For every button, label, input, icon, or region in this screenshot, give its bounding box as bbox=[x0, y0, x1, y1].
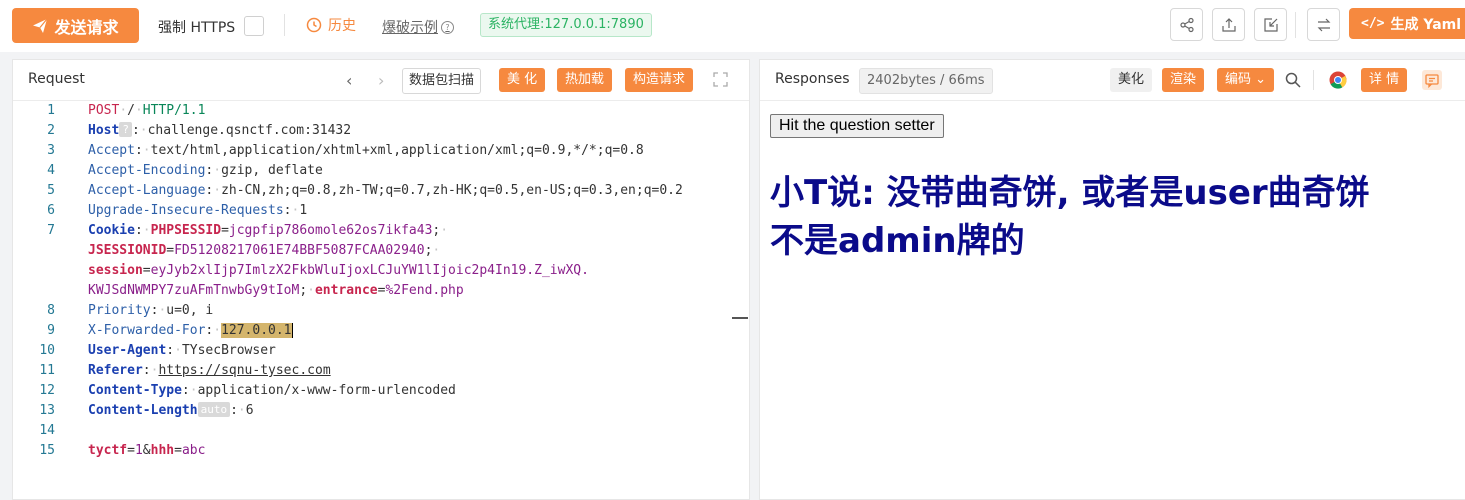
history-label: 历史 bbox=[328, 18, 356, 34]
header-accept: Accept:·text/html,application/xhtml+xml,… bbox=[88, 143, 644, 158]
header-priority: Priority:·u=0, i bbox=[88, 303, 214, 318]
hot-load-button[interactable]: 热加载 bbox=[557, 68, 613, 92]
divider bbox=[1313, 70, 1314, 90]
header-content-length: Content-Length auto:·6 bbox=[88, 402, 254, 418]
header-x-forwarded-for: X-Forwarded-For:·127.0.0.1 bbox=[88, 323, 293, 338]
top-toolbar: 发送请求 强制 HTTPS 历史 爆破示例 ? 系统代理:127.0.0.1:7… bbox=[0, 0, 1465, 52]
chrome-icon[interactable] bbox=[1329, 71, 1347, 89]
line-number: 9 bbox=[47, 323, 55, 338]
request-panel: Request ‹ › 数据包扫描 美 化 热加载 构造请求 123456789… bbox=[12, 59, 750, 500]
render-tab[interactable]: 渲染 bbox=[1162, 68, 1205, 92]
line-number: 10 bbox=[39, 343, 55, 358]
response-header: Responses 2402bytes / 66ms 美化 渲染 编码 ⌄ 详 … bbox=[760, 60, 1465, 101]
force-https-label: 强制 HTTPS bbox=[158, 20, 236, 36]
hit-setter-button[interactable]: Hit the question setter bbox=[770, 114, 944, 138]
request-title: Request bbox=[28, 71, 85, 87]
cookie-session: session=eyJyb2xlIjp7ImlzX2FkbWluIjoxLCJu… bbox=[88, 263, 589, 278]
swap-icon bbox=[1317, 18, 1330, 31]
generate-yaml-label: 生成 Yaml 模 bbox=[1390, 16, 1465, 33]
request-body: tyctf=1&hhh=abc bbox=[88, 443, 206, 458]
export-icon bbox=[1221, 17, 1236, 32]
header-upgrade: Upgrade-Insecure-Requests:·1 bbox=[88, 203, 308, 218]
comment-icon[interactable] bbox=[1422, 70, 1442, 90]
cookie-session-cont: KWJSdNWMPY7zuAFmTnwbGy9tIoM;·entrance=%2… bbox=[88, 283, 464, 298]
expand-icon[interactable] bbox=[713, 72, 728, 87]
history-button[interactable]: 历史 bbox=[306, 15, 356, 35]
scrollbar-marker[interactable] bbox=[732, 317, 748, 319]
generate-yaml-button[interactable]: </> 生成 Yaml 模 bbox=[1349, 8, 1465, 39]
build-request-button[interactable]: 构造请求 bbox=[625, 68, 694, 92]
help-icon: ? bbox=[119, 122, 132, 137]
import-button[interactable] bbox=[1254, 8, 1287, 41]
export-button[interactable] bbox=[1212, 8, 1245, 41]
request-editor[interactable]: 1 2 3 4 5 6 7 8 9 10 11 12 13 14 15 POST·/·HTTP/1.1 Ho… bbox=[13, 101, 749, 499]
response-panel: Responses 2402bytes / 66ms 美化 渲染 编码 ⌄ 详 … bbox=[759, 59, 1465, 500]
divider bbox=[1295, 12, 1296, 38]
details-button[interactable]: 详 情 bbox=[1361, 68, 1408, 92]
line-number: 11 bbox=[39, 363, 55, 378]
header-accept-encoding: Accept-Encoding:·gzip, deflate bbox=[88, 163, 323, 178]
header-accept-language: Accept-Language:·zh-CN,zh;q=0.8,zh-TW;q=… bbox=[88, 183, 683, 198]
line-number: 3 bbox=[47, 143, 55, 158]
rendered-response: Hit the question setter 小T说: 没带曲奇饼, 或者是u… bbox=[760, 101, 1465, 499]
line-number: 14 bbox=[39, 423, 55, 438]
force-https-checkbox[interactable] bbox=[244, 16, 264, 36]
line-number: 13 bbox=[39, 403, 55, 418]
line-number: 5 bbox=[47, 183, 55, 198]
share-button[interactable] bbox=[1170, 8, 1203, 41]
beautify-button[interactable]: 美 化 bbox=[499, 68, 546, 92]
header-cookie: Cookie:·PHPSESSID=jcgpfip786omole62os7ik… bbox=[88, 223, 449, 238]
line-number: 1 bbox=[47, 103, 55, 118]
brute-example-link[interactable]: 爆破示例 ? bbox=[382, 17, 454, 37]
divider bbox=[284, 14, 285, 36]
import-icon bbox=[1263, 17, 1278, 32]
help-icon: ? bbox=[441, 20, 454, 34]
response-size-badge: 2402bytes / 66ms bbox=[859, 68, 993, 94]
send-request-label: 发送请求 bbox=[54, 17, 119, 37]
header-user-agent: User-Agent:·TYsecBrowser bbox=[88, 343, 276, 358]
line-number: 6 bbox=[47, 203, 55, 218]
request-header: Request ‹ › 数据包扫描 美 化 热加载 构造请求 bbox=[13, 60, 749, 101]
response-message: 小T说: 没带曲奇饼, 或者是user曲奇饼 不是admin牌的 bbox=[770, 173, 1370, 261]
encoding-dropdown[interactable]: 编码 ⌄ bbox=[1217, 68, 1275, 92]
auto-badge: auto bbox=[197, 402, 231, 417]
request-line: POST·/·HTTP/1.1 bbox=[88, 103, 206, 118]
line-number: 7 bbox=[47, 223, 55, 238]
send-request-button[interactable]: 发送请求 bbox=[12, 8, 139, 43]
header-referer: Referer:·https://sqnu-tysec.com bbox=[88, 363, 331, 378]
search-icon[interactable] bbox=[1285, 72, 1301, 88]
line-number: 4 bbox=[47, 163, 55, 178]
line-number: 8 bbox=[47, 303, 55, 318]
clock-icon bbox=[306, 17, 322, 33]
response-title: Responses bbox=[775, 71, 850, 87]
chevron-down-icon: ⌄ bbox=[1255, 72, 1267, 87]
header-content-type: Content-Type:·application/x-www-form-url… bbox=[88, 383, 456, 398]
system-proxy-badge[interactable]: 系统代理:127.0.0.1:7890 bbox=[480, 13, 652, 37]
line-number: 12 bbox=[39, 383, 55, 398]
line-number: 15 bbox=[39, 443, 55, 458]
swap-button[interactable] bbox=[1307, 8, 1340, 41]
brute-example-label: 爆破示例 bbox=[382, 20, 438, 36]
line-number: 2 bbox=[47, 123, 55, 138]
pretty-tab[interactable]: 美化 bbox=[1110, 68, 1153, 92]
send-icon bbox=[33, 18, 48, 33]
chevron-left-icon[interactable]: ‹ bbox=[346, 71, 352, 90]
header-host: Host?:·challenge.qsnctf.com:31432 bbox=[88, 122, 352, 138]
code-icon: </> bbox=[1361, 16, 1385, 31]
packet-scan-button[interactable]: 数据包扫描 bbox=[402, 68, 482, 94]
share-icon bbox=[1179, 17, 1194, 32]
cookie-jsessionid: JSESSIONID=FD51208217061E74BBF5087FCAA02… bbox=[88, 243, 441, 258]
chevron-right-icon[interactable]: › bbox=[378, 71, 384, 90]
